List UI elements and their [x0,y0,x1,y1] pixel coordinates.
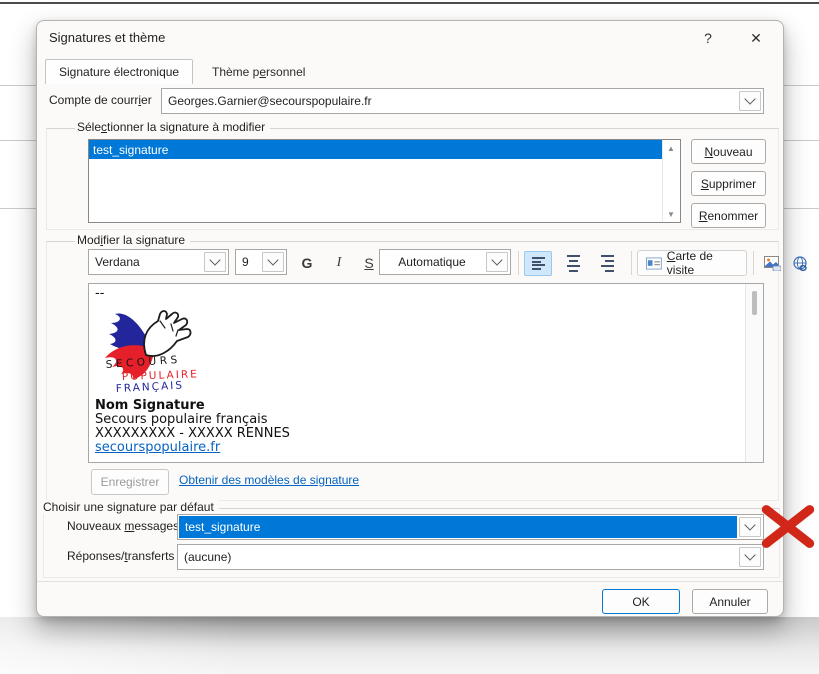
ok-button[interactable]: OK [602,589,680,614]
save-button[interactable]: Enregistrer [91,469,169,495]
signature-website-link[interactable]: secourspopulaire.fr [95,440,220,455]
editor-scrollbar[interactable] [745,284,763,462]
chevron-down-icon [744,93,755,104]
insert-picture-button[interactable] [759,251,785,276]
font-color-select[interactable]: Automatique [379,249,511,275]
hyperlink-globe-icon [792,256,809,272]
chevron-down-icon [267,254,278,265]
screen: Signatures et thème ? ✕ Signature électr… [0,0,819,674]
select-signature-group-label: Sélectionner la signature à modifier [75,120,270,134]
scroll-up-icon[interactable]: ▲ [663,141,679,155]
italic-button[interactable]: I [327,251,351,275]
toolbar-separator [753,251,754,275]
new-messages-label: Nouveaux messages : [67,519,186,533]
business-card-icon [646,257,662,270]
footer-separator [37,581,783,582]
align-right-icon [601,254,614,274]
new-messages-select[interactable]: test_signature [177,514,764,540]
delete-button[interactable]: Supprimer [691,171,766,196]
mail-account-select[interactable]: Georges.Garnier@secourspopulaire.fr [161,88,764,114]
align-center-icon [567,254,580,274]
replies-forwards-label: Réponses/transferts : [67,549,181,563]
align-center-button[interactable] [559,251,587,276]
chevron-down-icon [209,254,220,265]
font-size-dropdown-button[interactable] [262,252,284,272]
chevron-down-icon [744,519,755,530]
replies-forwards-select[interactable]: (aucune) [177,544,764,570]
signature-list[interactable]: test_signature ▲ ▼ [88,139,681,223]
signatures-dialog: Signatures et thème ? ✕ Signature électr… [36,20,784,617]
mail-account-dropdown-button[interactable] [739,91,761,111]
align-left-button[interactable] [524,251,552,276]
background-divider [0,2,819,4]
close-button[interactable]: ✕ [741,27,771,49]
signature-dashes: -- [95,287,746,301]
font-family-dropdown-button[interactable] [204,252,226,272]
red-x-annotation [758,499,818,553]
close-icon: ✕ [750,30,762,47]
cancel-button[interactable]: Annuler [692,589,768,614]
tab-signature-electronique[interactable]: Signature électronique [45,59,193,84]
svg-text:FRANÇAIS: FRANÇAIS [116,379,185,395]
underline-button[interactable]: S [357,251,381,275]
bold-button[interactable]: G [295,251,319,275]
signature-templates-link[interactable]: Obtenir des modèles de signature [179,473,359,487]
signature-editor-content: -- SECOURS POPULAIRE FRANÇAIS Nom Signat… [89,284,746,462]
font-color-dropdown-button[interactable] [486,252,508,272]
edit-signature-group-label: Modifier la signature [75,233,190,247]
signature-name: Nom Signature [95,399,746,413]
align-left-icon [532,256,545,272]
font-size-select[interactable]: 9 [235,249,287,275]
list-scrollbar[interactable]: ▲ ▼ [662,140,680,222]
replies-forwards-value: (aucune) [178,545,737,569]
list-item-test-signature[interactable]: test_signature [89,140,663,159]
rename-button[interactable]: Renommer [691,203,766,228]
new-button[interactable]: Nouveau [691,139,766,164]
dialog-title: Signatures et thème [49,30,165,45]
help-icon: ? [704,30,712,46]
mail-account-value: Georges.Garnier@secourspopulaire.fr [162,89,737,113]
toolbar-separator [518,251,519,275]
help-button[interactable]: ? [693,27,723,49]
signature-address: XXXXXXXXX - XXXXX RENNES [95,427,746,441]
toolbar-separator [631,251,632,275]
titlebar: Signatures et thème ? ✕ [37,21,783,55]
tab-theme-personnel[interactable]: Thème personnel [199,59,318,84]
secours-populaire-logo: SECOURS POPULAIRE FRANÇAIS [96,302,206,397]
align-right-button[interactable] [593,251,621,276]
scroll-down-icon[interactable]: ▼ [663,207,679,221]
mail-account-label: Compte de courrier [49,93,152,107]
editor-scrollbar-thumb[interactable] [752,291,757,315]
chevron-down-icon [491,254,502,265]
new-messages-value: test_signature [179,516,737,538]
font-family-select[interactable]: Verdana [88,249,229,275]
background-window-edge [0,617,819,674]
chevron-down-icon [744,549,755,560]
signature-editor[interactable]: -- SECOURS POPULAIRE FRANÇAIS Nom Signat… [88,283,764,463]
insert-hyperlink-button[interactable] [787,251,813,276]
signature-org: Secours populaire français [95,413,746,427]
default-signature-group-label: Choisir une signature par défaut [41,500,219,514]
picture-icon [764,256,781,271]
